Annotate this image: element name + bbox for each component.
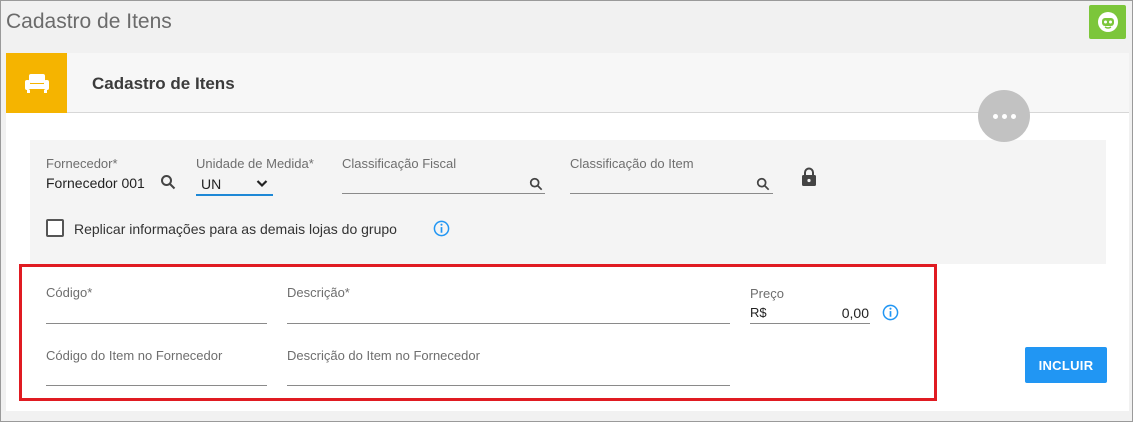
unidade-select[interactable]: UN <box>196 173 273 196</box>
descricao-fornecedor-underline <box>287 385 730 386</box>
codigo-label: Código* <box>46 285 93 300</box>
codigo-fornecedor-underline <box>46 385 267 386</box>
classificacao-fiscal-label: Classificação Fiscal <box>342 156 457 171</box>
fornecedor-value: Fornecedor 001 <box>46 175 145 191</box>
chat-support-button[interactable] <box>1089 5 1126 39</box>
unidade-value: UN <box>201 176 222 192</box>
preco-currency: R$ <box>750 305 767 320</box>
app-frame: Cadastro de Itens Cadastro de Itens Forn… <box>0 0 1133 422</box>
item-registration-card: Cadastro de Itens Fornecedor* Fornecedor… <box>6 53 1129 411</box>
classificacao-item-search-icon[interactable] <box>756 177 770 191</box>
info-icon[interactable] <box>433 220 450 237</box>
classificacao-fiscal-underline <box>342 193 545 194</box>
more-options-button[interactable] <box>978 90 1030 142</box>
chevron-down-icon <box>256 180 268 188</box>
codigo-input[interactable] <box>46 305 266 323</box>
descricao-fornecedor-input[interactable] <box>287 367 729 385</box>
preco-underline <box>750 323 870 324</box>
incluir-button[interactable]: INCLUIR <box>1025 347 1107 383</box>
classificacao-fiscal-input[interactable] <box>342 175 522 193</box>
unidade-underline <box>196 194 273 196</box>
descricao-fornecedor-label: Descrição do Item no Fornecedor <box>287 348 480 363</box>
classificacao-fiscal-search-icon[interactable] <box>529 177 543 191</box>
classificacao-item-underline <box>570 193 773 194</box>
card-title: Cadastro de Itens <box>92 74 235 93</box>
preco-info-icon[interactable] <box>882 304 899 321</box>
header-icon-box <box>6 53 67 113</box>
item-fields-highlight: Código* Descrição* Preço R$ 0,00 Código … <box>19 264 937 401</box>
descricao-input[interactable] <box>287 305 729 323</box>
page-title: Cadastro de Itens <box>6 10 172 33</box>
classificacao-item-input[interactable] <box>570 175 750 193</box>
codigo-fornecedor-input[interactable] <box>46 367 266 385</box>
fornecedor-search-icon[interactable] <box>160 174 176 190</box>
card-header: Cadastro de Itens <box>6 53 1129 113</box>
replicar-checkbox[interactable] <box>46 219 64 237</box>
chat-support-icon <box>1097 12 1118 32</box>
preco-input[interactable]: 0,00 <box>782 305 869 321</box>
preco-label: Preço <box>750 286 784 301</box>
fornecedor-label: Fornecedor* <box>46 156 118 171</box>
sofa-icon <box>24 74 49 93</box>
more-dot-icon <box>1001 113 1007 119</box>
more-dot-icon <box>1010 113 1016 119</box>
descricao-underline <box>287 323 730 324</box>
classificacao-item-label: Classificação do Item <box>570 156 694 171</box>
replicar-label: Replicar informações para as demais loja… <box>74 221 397 237</box>
more-dot-icon <box>992 113 998 119</box>
unidade-label: Unidade de Medida* <box>196 156 314 171</box>
codigo-fornecedor-label: Código do Item no Fornecedor <box>46 348 223 363</box>
supplier-section: Fornecedor* Fornecedor 001 Unidade de Me… <box>30 140 1106 264</box>
codigo-underline <box>46 323 267 324</box>
descricao-label: Descrição* <box>287 285 350 300</box>
lock-icon[interactable] <box>801 167 817 187</box>
